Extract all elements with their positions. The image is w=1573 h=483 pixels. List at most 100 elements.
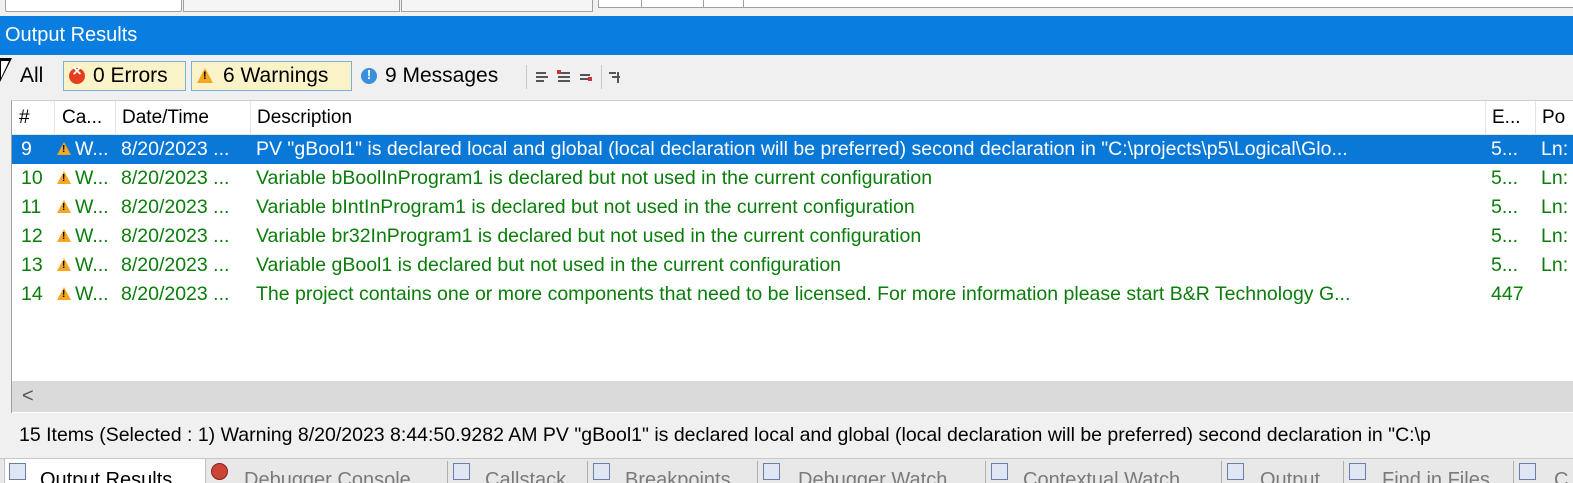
tab-debugger-watch[interactable]: Debugger Watch [759, 459, 985, 483]
sort-icon[interactable] [535, 70, 549, 84]
warning-icon [197, 67, 213, 83]
row-description: Variable gBool1 is declared but not used… [256, 254, 842, 276]
row-description: Variable bIntInProgram1 is declared but … [256, 196, 915, 218]
status-text: 15 Items (Selected : 1) Warning 8/20/202… [19, 424, 1431, 446]
toolbar-separator [601, 65, 602, 89]
watch-icon [763, 463, 780, 480]
warning-icon [57, 287, 71, 300]
table-row[interactable]: 14 W... 8/20/2023 ... The project contai… [12, 280, 1573, 309]
row-datetime: 8/20/2023 ... [121, 196, 230, 218]
results-grid: # Ca... Date/Time Description E... Po 9 … [11, 100, 1573, 413]
warning-icon [57, 171, 71, 184]
filter-all-label: All [20, 64, 44, 87]
column-header-number[interactable]: # [19, 107, 30, 129]
row-position: Ln: [1541, 138, 1569, 160]
tab-contextual-watch[interactable]: Contextual Watch [987, 459, 1221, 483]
output-results-icon [9, 463, 26, 480]
column-header-description[interactable]: Description [257, 107, 352, 129]
row-number: 12 [21, 225, 43, 247]
toolbar-separator [526, 65, 527, 89]
table-row[interactable]: 9 W... 8/20/2023 ... PV "gBool1" is decl… [12, 135, 1573, 164]
clear-filter-icon[interactable] [579, 70, 593, 84]
scroll-left-arrow-icon[interactable]: < [22, 385, 34, 408]
warning-icon [57, 229, 71, 242]
row-datetime: 8/20/2023 ... [121, 138, 230, 160]
tab-debugger-console[interactable]: Debugger Console [207, 459, 447, 483]
tab-breakpoints[interactable]: Breakpoints [589, 459, 757, 483]
callstack-icon [453, 463, 470, 480]
error-icon [69, 63, 85, 84]
tab-c[interactable]: C [1515, 459, 1573, 483]
row-position: Ln: [1541, 225, 1569, 247]
column-header-category[interactable]: Ca... [62, 107, 102, 129]
filter-warnings-label: 6 Warnings [223, 64, 329, 87]
bottom-tab-bar: Output Results Debugger Console Callstac… [0, 458, 1573, 483]
tab-label: Debugger Watch [798, 469, 948, 483]
filter-toolbar: All 0 Errors 6 Warnings 9 Messages [0, 55, 1573, 99]
column-header-datetime[interactable]: Date/Time [122, 107, 209, 129]
table-row[interactable]: 10 W... 8/20/2023 ... Variable bBoolInPr… [12, 164, 1573, 193]
tab-find-in-files[interactable]: Find in Files [1345, 459, 1513, 483]
top-tab-1[interactable] [5, 0, 182, 12]
row-datetime: 8/20/2023 ... [121, 283, 230, 305]
tab-label: Contextual Watch [1023, 469, 1181, 483]
row-number: 9 [21, 138, 32, 160]
row-e: 5... [1491, 138, 1519, 160]
column-header-position[interactable]: Po [1542, 107, 1565, 129]
row-description: Variable br32InProgram1 is declared but … [256, 225, 922, 247]
filter-warnings-button[interactable]: 6 Warnings [191, 61, 352, 91]
output-results-title-bar: Output Results [0, 16, 1573, 55]
tab-callstack[interactable]: Callstack [449, 459, 587, 483]
mouse-cursor-icon [0, 58, 12, 82]
row-category: W... [75, 138, 109, 160]
list-filter-icon[interactable] [557, 70, 571, 84]
warning-icon [57, 142, 71, 155]
tab-label: Debugger Console [244, 469, 411, 483]
tab-label: Callstack [485, 469, 567, 483]
filter-errors-label: 0 Errors [93, 64, 168, 87]
row-position: Ln: [1541, 196, 1569, 218]
column-header-e[interactable]: E... [1492, 107, 1521, 129]
tab-output[interactable]: Output [1223, 459, 1343, 483]
filter-errors-button[interactable]: 0 Errors [63, 61, 186, 91]
row-category: W... [75, 167, 109, 189]
tab-label: C [1554, 469, 1569, 483]
info-icon [361, 67, 377, 84]
row-datetime: 8/20/2023 ... [121, 225, 230, 247]
row-datetime: 8/20/2023 ... [121, 254, 230, 276]
panel-title: Output Results [5, 24, 138, 46]
row-description: PV "gBool1" is declared local and global… [256, 138, 1348, 160]
tab-label: Breakpoints [625, 469, 731, 483]
status-bar: 15 Items (Selected : 1) Warning 8/20/202… [11, 413, 1573, 457]
row-number: 13 [21, 254, 43, 276]
table-row[interactable]: 12 W... 8/20/2023 ... Variable br32InPro… [12, 222, 1573, 251]
row-category: W... [75, 283, 109, 305]
tab-label: Find in Files [1382, 469, 1490, 483]
table-row[interactable]: 13 W... 8/20/2023 ... Variable gBool1 is… [12, 251, 1573, 280]
horizontal-scrollbar[interactable]: < [12, 381, 1573, 412]
row-category: W... [75, 254, 109, 276]
grid-header: # Ca... Date/Time Description E... Po [12, 101, 1573, 135]
row-e: 5... [1491, 254, 1519, 276]
tab-output-results[interactable]: Output Results [4, 459, 206, 483]
find-in-files-icon [1349, 463, 1366, 480]
filter-messages-button[interactable]: 9 Messages [356, 61, 521, 91]
row-position: Ln: [1541, 167, 1569, 189]
warning-icon [57, 200, 71, 213]
filter-all-button[interactable]: All [14, 61, 60, 91]
row-description: Variable bBoolInProgram1 is declared but… [256, 167, 933, 189]
row-number: 11 [21, 196, 42, 218]
breakpoints-icon [593, 463, 610, 480]
goto-icon[interactable] [608, 70, 622, 84]
row-e: 5... [1491, 167, 1519, 189]
table-row[interactable]: 11 W... 8/20/2023 ... Variable bIntInPro… [12, 193, 1573, 222]
top-scroll-box[interactable] [598, 0, 1573, 8]
filter-messages-label: 9 Messages [385, 64, 499, 87]
top-tab-3[interactable] [401, 0, 593, 12]
warning-icon [57, 258, 71, 271]
row-datetime: 8/20/2023 ... [121, 167, 230, 189]
row-e: 5... [1491, 196, 1519, 218]
top-tab-2[interactable] [183, 0, 400, 12]
tab-label: Output Results [40, 469, 173, 483]
row-position: Ln: [1541, 254, 1569, 276]
